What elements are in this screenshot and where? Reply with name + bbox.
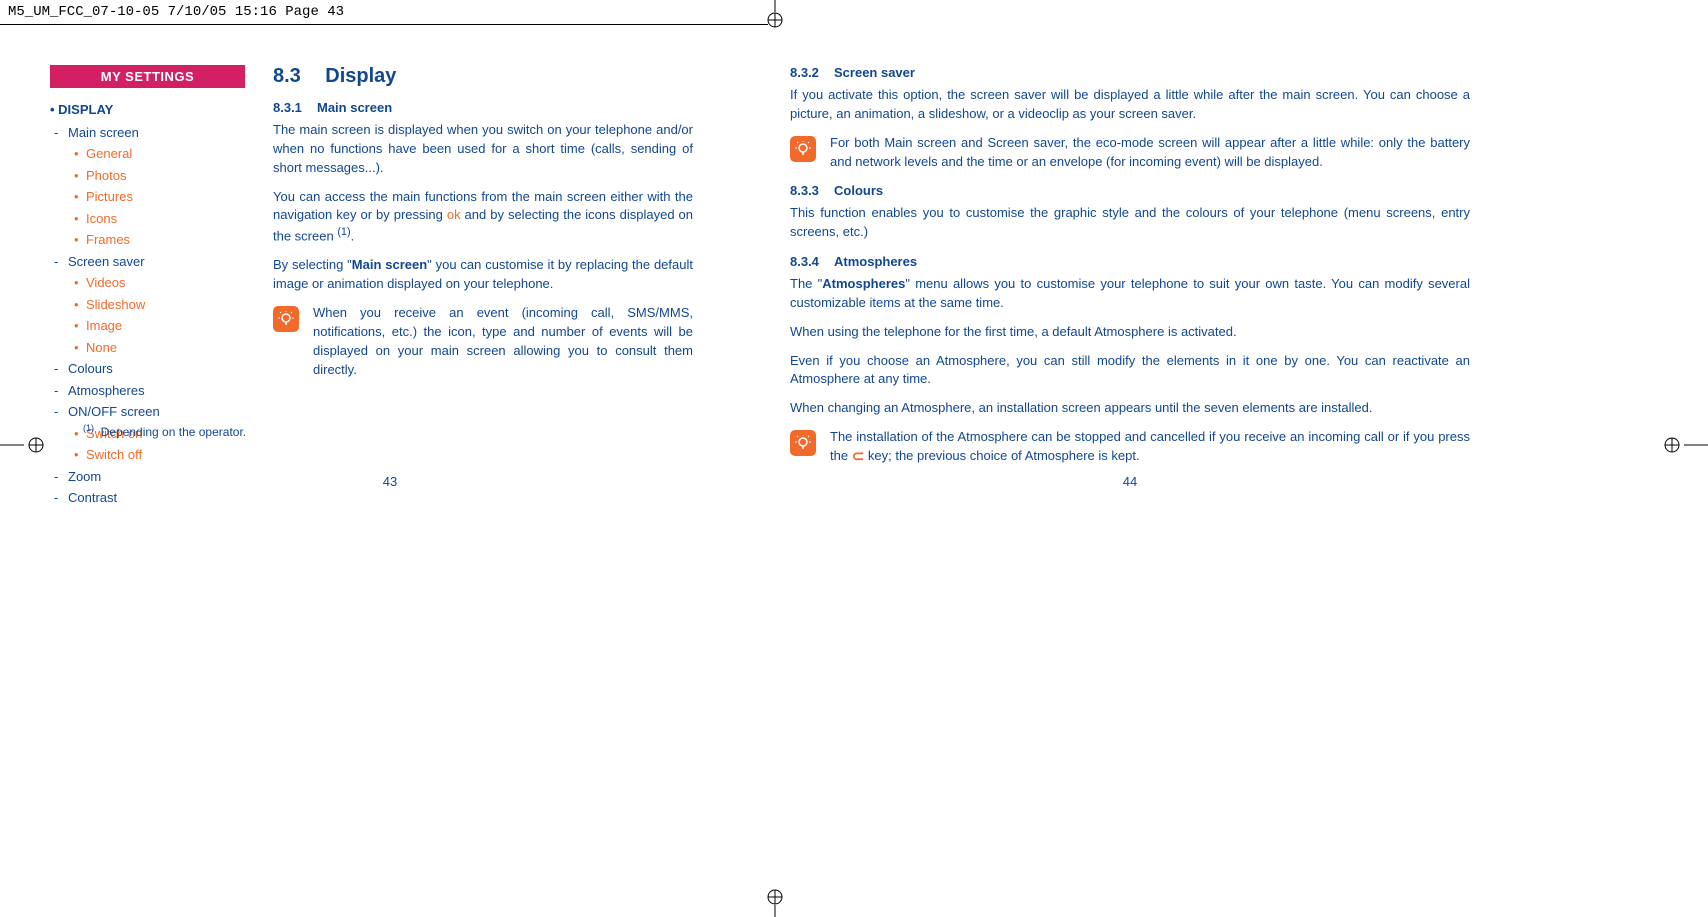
c-key-icon: ⊂: [852, 449, 865, 464]
ok-key-icon: ok: [447, 207, 461, 222]
nav-item-main-screen: Main screen: [50, 122, 245, 144]
tip-eco-mode: For both Main screen and Screen saver, t…: [790, 134, 1470, 172]
para-atmospheres-3: Even if you choose an Atmosphere, you ca…: [790, 352, 1470, 390]
nav-item-screen-saver: Screen saver: [50, 251, 245, 273]
crop-mark-top: [760, 0, 790, 30]
left-column-content: 8.3 Display 8.3.1Main screen The main sc…: [273, 65, 693, 509]
page-number-left: 43: [50, 474, 730, 489]
nav-section-header: MY SETTINGS: [50, 65, 245, 88]
section-title: Display: [325, 65, 396, 87]
para-colours: This function enables you to customise t…: [790, 204, 1470, 242]
nav-sub-photos: Photos: [50, 165, 245, 187]
nav-root-display: DISPLAY: [50, 98, 245, 122]
page-43: MY SETTINGS DISPLAY Main screen General …: [50, 65, 730, 509]
subsection-8-3-4: 8.3.4Atmospheres: [790, 254, 1470, 269]
para-atmospheres-2: When using the telephone for the first t…: [790, 323, 1470, 342]
para-atmospheres-4: When changing an Atmosphere, an installa…: [790, 399, 1470, 418]
page-number-right: 44: [790, 474, 1470, 489]
nav-item-atmospheres: Atmospheres: [50, 380, 245, 402]
page-spread: MY SETTINGS DISPLAY Main screen General …: [0, 25, 1708, 529]
nav-sub-none: None: [50, 337, 245, 359]
para-atmospheres-1: The "Atmospheres" menu allows you to cus…: [790, 275, 1470, 313]
para-screen-saver: If you activate this option, the screen …: [790, 86, 1470, 124]
crop-mark-right: [1650, 430, 1708, 460]
footnote-operator: (1) Depending on the operator.: [83, 423, 246, 439]
prepress-slug: M5_UM_FCC_07-10-05 7/10/05 15:16 Page 43: [0, 0, 768, 25]
subsection-8-3-2: 8.3.2Screen saver: [790, 65, 1470, 80]
nav-sub-videos: Videos: [50, 272, 245, 294]
nav-sub-image: Image: [50, 315, 245, 337]
tip-eco-text: For both Main screen and Screen saver, t…: [830, 134, 1470, 172]
nav-sub-switch-off: Switch off: [50, 444, 245, 466]
nav-sub-icons: Icons: [50, 208, 245, 230]
sidebar-nav: MY SETTINGS DISPLAY Main screen General …: [50, 65, 245, 509]
para-main-screen-1: The main screen is displayed when you sw…: [273, 121, 693, 178]
tip-event-display: When you receive an event (incoming call…: [273, 304, 693, 379]
nav-sub-pictures: Pictures: [50, 186, 245, 208]
tip-atmosphere-cancel: The installation of the Atmosphere can b…: [790, 428, 1470, 466]
para-main-screen-2: You can access the main functions from t…: [273, 188, 693, 247]
nav-sub-frames: Frames: [50, 229, 245, 251]
section-number: 8.3: [273, 65, 301, 87]
crop-mark-bottom: [760, 887, 790, 917]
subsection-8-3-1: 8.3.1Main screen: [273, 100, 693, 115]
lightbulb-icon: [790, 136, 816, 162]
tip-atmosphere-text: The installation of the Atmosphere can b…: [830, 428, 1470, 466]
nav-item-onoff: ON/OFF screen: [50, 401, 245, 423]
para-main-screen-3: By selecting "Main screen" you can custo…: [273, 256, 693, 294]
nav-item-colours: Colours: [50, 358, 245, 380]
lightbulb-icon: [273, 306, 299, 332]
page-44: 8.3.2Screen saver If you activate this o…: [790, 65, 1470, 509]
nav-item-contrast: Contrast: [50, 487, 245, 509]
tip-event-text: When you receive an event (incoming call…: [313, 304, 693, 379]
subsection-8-3-3: 8.3.3Colours: [790, 183, 1470, 198]
lightbulb-icon: [790, 430, 816, 456]
nav-sub-slideshow: Slideshow: [50, 294, 245, 316]
nav-sub-general: General: [50, 143, 245, 165]
